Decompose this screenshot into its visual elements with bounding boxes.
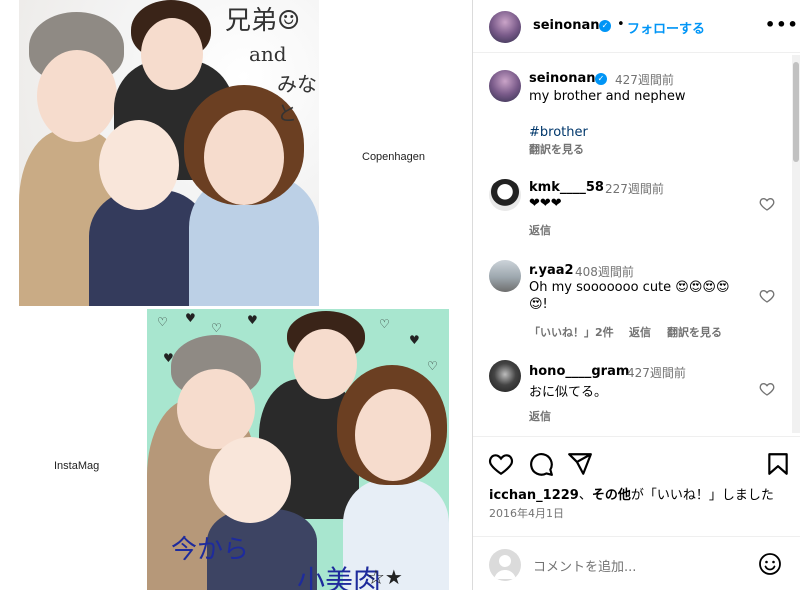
likes-count-button[interactable]: 「いいね！」2件 [529,324,614,340]
comment-time[interactable]: 427週間前 [627,364,686,381]
reply-button[interactable]: 返信 [529,408,551,424]
header-username[interactable]: seinonana [533,18,608,33]
comment-input[interactable]: コメントを追加... [533,556,636,575]
comment-icon[interactable] [528,451,554,477]
reply-button[interactable]: 返信 [629,324,651,340]
heart-icon[interactable] [759,288,775,304]
avatar[interactable] [489,360,521,392]
post-header: seinonana ✓ • フォローする ••• [473,0,800,53]
separator-dot: • [617,17,625,32]
more-options-icon[interactable]: ••• [765,15,799,34]
comment-username[interactable]: hono____gram [529,364,629,379]
heart-icon[interactable] [759,196,775,212]
heart-doodle-icon: ♥ [409,333,420,347]
scribble-text: and [249,42,287,66]
scribble-text: 今から [171,535,250,565]
liked-others[interactable]: その他 [592,488,631,503]
baby-face [209,437,291,523]
heart-icon[interactable] [759,381,775,397]
caption-text: my brother and nephew [529,89,686,104]
comment-text: Oh my sooooooo cute 😍😍😍😍 [529,280,730,295]
heart-doodle-icon: ♥ [185,311,196,325]
comment-bar: コメントを追加... [473,536,800,590]
post-actions: icchan_1229、その他が「いいね！」しました 2016年4月1日 コメン… [473,436,800,590]
liked-suffix: が「いいね！」しました [630,488,774,503]
face [141,18,203,90]
avatar[interactable] [489,11,521,43]
reply-button[interactable]: 返信 [529,222,551,238]
scribble-text: 兄弟☺ [225,6,301,36]
heart-doodle-icon: ♡ [157,315,168,329]
comment-time[interactable]: 408週間前 [575,263,634,280]
avatar[interactable] [489,70,521,102]
face [37,50,117,142]
translate-button[interactable]: 翻訳を見る [529,141,584,157]
baby-face [99,120,179,210]
comment-time[interactable]: 227週間前 [605,180,664,197]
instagram-post-window: 兄弟☺ and みなと Copenhagen InstaMag ♡ ♥ ♡ ♥ … [0,0,800,590]
caption-instamag: InstaMag [54,460,100,472]
comment-text: ❤❤❤ [529,196,562,211]
heart-doodle-icon: ♡ [211,321,222,335]
photo-instamag: ♡ ♥ ♡ ♥ ♡ ♥ ♡ ♥ 今から 小美肉 ☆★ [147,309,449,590]
scribble-text: みなと [277,72,317,125]
liked-separator: 、 [578,488,592,503]
liked-by-user[interactable]: icchan_1229 [489,488,579,503]
post-sidebar: seinonana ✓ • フォローする ••• seinonana ✓ 427… [473,0,800,590]
follow-button[interactable]: フォローする [627,18,705,37]
emoji-icon[interactable] [758,552,782,576]
heart-doodle-icon: ♥ [247,313,258,327]
photo-copenhagen: 兄弟☺ and みなと [19,0,319,306]
avatar [489,549,521,581]
bookmark-icon[interactable] [765,451,791,477]
heart-doodle-icon: ♡ [427,359,438,373]
face [204,110,284,205]
translate-button[interactable]: 翻訳を見る [667,324,722,340]
avatar[interactable] [489,179,521,211]
comment-username[interactable]: kmk____58 [529,180,604,195]
caption-copenhagen: Copenhagen [362,151,426,163]
star-doodle-icon: ☆★ [367,565,403,589]
caption-username[interactable]: seinonana [529,71,604,86]
hashtag-link[interactable]: #brother [529,125,588,140]
share-icon[interactable] [567,451,593,477]
avatar[interactable] [489,260,521,292]
scrollbar-thumb[interactable] [793,62,799,162]
comment-username[interactable]: r.yaa2 [529,263,574,278]
comment-text: おに似てる。 [529,385,608,400]
verified-badge-icon: ✓ [595,73,607,85]
likes-summary[interactable]: icchan_1229、その他が「いいね！」しました [489,484,774,503]
verified-badge-icon: ✓ [599,20,611,32]
post-time[interactable]: 427週間前 [615,71,674,88]
face [355,389,431,481]
heart-doodle-icon: ♡ [379,317,390,331]
comment-text-cont: 😍! [529,297,548,312]
post-date[interactable]: 2016年4月1日 [489,505,564,521]
post-media[interactable]: 兄弟☺ and みなと Copenhagen InstaMag ♡ ♥ ♡ ♥ … [0,0,472,590]
heart-icon[interactable] [488,451,514,477]
